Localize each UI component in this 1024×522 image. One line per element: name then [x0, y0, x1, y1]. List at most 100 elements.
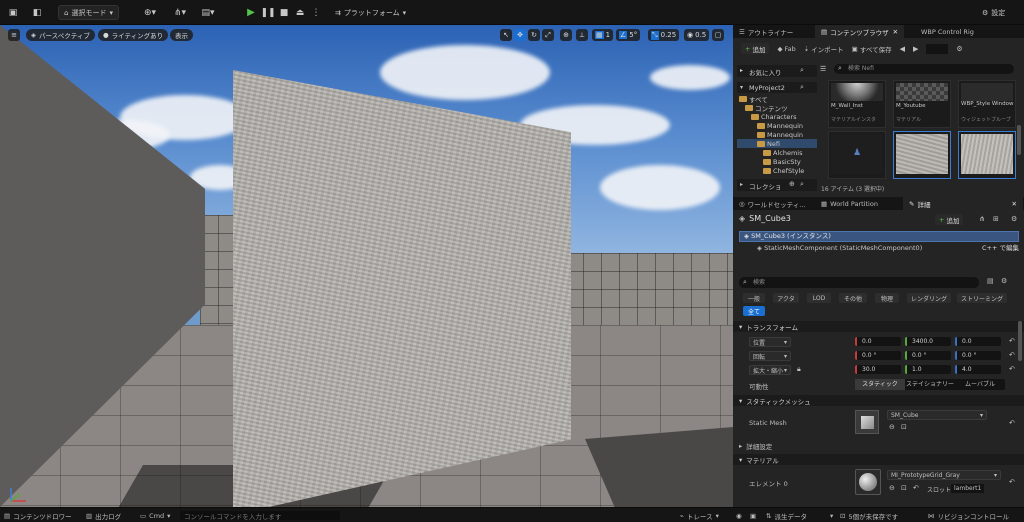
add-component-button[interactable]: + 追加 [935, 214, 964, 225]
stop-icon[interactable]: ■ [278, 5, 290, 20]
surface-snap-icon[interactable]: ⟂ [576, 29, 588, 41]
revision-control-button[interactable]: ⋈ リビジョンコントロール [928, 511, 1009, 521]
mobility-static[interactable]: スタティック [855, 379, 905, 390]
back-icon[interactable]: ◀ [900, 45, 905, 53]
tree-item-characters[interactable]: Characters [751, 112, 796, 121]
scale-z-input[interactable]: 4.0 [955, 365, 1001, 374]
save-icon[interactable]: ▣ [6, 5, 20, 20]
grid-snap-button[interactable]: ▦ 1 [592, 29, 614, 41]
output-log-button[interactable]: ▥ 出力ログ [86, 511, 121, 521]
scale-y-input[interactable]: 1.0 [905, 365, 951, 374]
save-all-button[interactable]: ▣ すべて保存 [852, 44, 892, 54]
browse-icon[interactable]: ⊡ [901, 484, 907, 492]
camera-speed-button[interactable]: ◉ 0.5 [684, 29, 710, 41]
tree-item-content[interactable]: コンテンツ [745, 103, 788, 113]
tree-item-alchemis[interactable]: Alchemis [763, 148, 802, 157]
static-mesh-dropdown[interactable]: SM_Cube ▾ [887, 410, 987, 420]
asset-texture-1[interactable] [893, 131, 951, 179]
cmd-dropdown[interactable]: ▭ Cmd ▾ [140, 511, 170, 520]
tree-item-mannequin[interactable]: Mannequin [757, 121, 803, 130]
level-viewport[interactable]: ≡ ◈ パースペクティブ ● ライティングあり 表示 ↖ ✥ ↻ ⤢ ⊕ ⟂ ▦… [0, 25, 733, 507]
blueprint-icon[interactable]: ⋔▾ [172, 5, 188, 20]
rotation-x-input[interactable]: 0.0 ° [855, 351, 901, 360]
instance-row[interactable]: ◈ SM_Cube3 (インスタンス) [739, 231, 1019, 242]
settings-button[interactable]: ⚙ 設定 [982, 5, 1005, 20]
reset-icon[interactable]: ↶ [1009, 478, 1015, 486]
close-icon[interactable]: ✕ [1012, 200, 1017, 208]
play-options-icon[interactable]: ⋮ [310, 5, 322, 20]
settings-icon[interactable]: ⚙ [956, 45, 962, 53]
record-icon[interactable]: ◉ [736, 511, 742, 520]
trace-button[interactable]: ⌁ トレース ▾ [680, 511, 719, 521]
browse-icon[interactable]: ⊡ [901, 423, 907, 431]
tree-item-chefstyle[interactable]: ChefStyle [763, 166, 804, 175]
reset-icon[interactable]: ↶ [1009, 419, 1015, 427]
project-header[interactable]: ▾ MyProject2 ⌕ [737, 82, 817, 93]
import-button[interactable]: ⇣ インポート [804, 44, 844, 54]
category-rendering[interactable]: レンダリング [907, 293, 951, 303]
add-actor-icon[interactable]: ⊕▾ [142, 5, 158, 20]
rotation-y-input[interactable]: 0.0 ° [905, 351, 951, 360]
asset-search-input[interactable]: 検索 Nefi [834, 64, 1014, 74]
category-all[interactable]: 全て [743, 306, 765, 316]
category-misc[interactable]: その他 [839, 293, 867, 303]
search-icon[interactable]: ⌕ [800, 180, 804, 189]
perspective-button[interactable]: ◈ パースペクティブ [26, 29, 95, 41]
pause-icon[interactable]: ❚❚ [260, 5, 275, 20]
view-options-icon[interactable]: ▤ [987, 277, 994, 285]
collections-header[interactable]: ▸ コレクショ ⊕ ⌕ [737, 179, 817, 191]
asset-scrollbar[interactable] [1017, 125, 1021, 155]
material-dropdown[interactable]: MI_PrototypeGrid_Gray ▾ [887, 470, 1001, 480]
location-y-input[interactable]: 3400.0 [905, 337, 951, 346]
reset-icon[interactable]: ↶ [1009, 365, 1015, 373]
search-icon[interactable]: ⌕ [800, 83, 804, 92]
cpp-edit-link[interactable]: C++ で編集 [982, 243, 1019, 254]
console-input[interactable]: コンソールコマンドを入力します [180, 511, 340, 521]
scale-x-input[interactable]: 30.0 [855, 365, 901, 374]
tab-wbp-control-rig[interactable]: WBP Control Rig [915, 25, 980, 38]
scale-dropdown[interactable]: 拡大・縮小 ▾ [749, 365, 791, 375]
transform-section[interactable]: ▾ トランスフォーム [733, 321, 1024, 332]
tab-world-settings[interactable]: ◎ ワールドセッティ... [733, 197, 811, 210]
chevron-down-icon[interactable]: ▾ [830, 511, 833, 520]
add-button[interactable]: + 追加 [741, 43, 770, 54]
back-arrow-icon[interactable]: ⊖ [889, 484, 895, 492]
world-space-icon[interactable]: ⊕ [560, 29, 572, 41]
eject-icon[interactable]: ⏏ [294, 5, 306, 20]
component-row[interactable]: ◈ StaticMeshComponent (StaticMeshCompone… [739, 243, 1019, 254]
location-x-input[interactable]: 0.0 [855, 337, 901, 346]
tab-outliner[interactable]: ☰ アウトライナー [733, 25, 799, 38]
tab-content-browser[interactable]: ▤ コンテンツブラウザ ✕ [815, 25, 905, 38]
tab-world-partition[interactable]: ▦ World Partition [815, 197, 884, 210]
rotation-z-input[interactable]: 0.0 ° [955, 351, 1001, 360]
play-icon[interactable]: ▶ [245, 5, 257, 20]
reset-icon[interactable]: ↶ [913, 484, 919, 492]
lighting-button[interactable]: ● ライティングあり [98, 29, 169, 41]
edit-icon[interactable]: ⊞ [993, 215, 999, 223]
add-collection-icon[interactable]: ⊕ [789, 180, 795, 188]
favorites-header[interactable]: ▸ お気に入り ⌕ [737, 65, 817, 77]
tree-item-nefi[interactable]: Nefi [737, 139, 817, 148]
filter-icon[interactable]: ☰ [820, 65, 826, 73]
settings-icon[interactable]: ⚙ [1001, 277, 1007, 285]
path-dropdown[interactable] [926, 43, 949, 54]
screenshot-icon[interactable]: ▣ [750, 511, 756, 520]
close-icon[interactable]: ✕ [893, 28, 898, 36]
settings-icon[interactable]: ⚙ [1011, 215, 1017, 223]
rotation-snap-button[interactable]: ∠ 5° [616, 29, 641, 41]
lock-icon[interactable]: 🔒︎ [797, 365, 801, 374]
platforms-button[interactable]: ⇉ プラットフォーム ▾ [335, 5, 406, 20]
category-actor[interactable]: アクタ [773, 293, 799, 303]
mode-dropdown[interactable]: ⌂ 選択モード ▾ [58, 5, 119, 20]
asset-character[interactable]: ♟ [828, 131, 886, 179]
category-physics[interactable]: 物理 [875, 293, 899, 303]
scale-snap-button[interactable]: ⤡ 0.25 [648, 29, 680, 41]
details-scrollbar[interactable] [1018, 321, 1022, 361]
static-mesh-section[interactable]: ▾ スタティックメッシュ [733, 395, 1024, 406]
asset-texture-2[interactable] [958, 131, 1016, 179]
details-search-input[interactable]: 検索 [739, 277, 979, 288]
blueprint-icon[interactable]: ⋔ [979, 215, 985, 223]
location-z-input[interactable]: 0.0 [955, 337, 1001, 346]
mobility-movable[interactable]: ムーバブル [955, 379, 1005, 390]
fab-button[interactable]: ◆ Fab [777, 45, 795, 53]
